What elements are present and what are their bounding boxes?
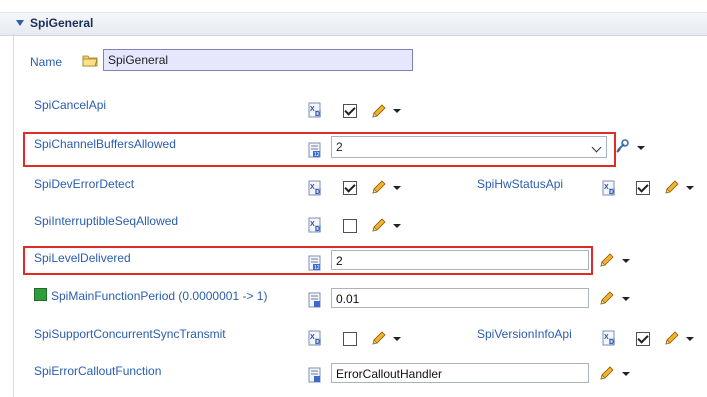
section-header[interactable]: SpiGeneral	[0, 12, 707, 36]
edit-pencil-icon[interactable]	[599, 290, 615, 306]
dropdown-arrow-icon[interactable]	[686, 186, 694, 190]
boolean-param-icon	[600, 179, 618, 197]
float-param-icon	[306, 291, 324, 309]
textbox-spi-error-callout-function[interactable]: ErrorCalloutHandler	[331, 363, 589, 383]
edit-pencil-icon[interactable]	[371, 179, 387, 195]
section-title: SpiGeneral	[30, 16, 94, 30]
label-spi-error-callout-function: SpiErrorCalloutFunction	[34, 364, 162, 378]
checkbox-spi-dev-error-detect[interactable]	[343, 181, 357, 195]
name-field[interactable]: SpiGeneral	[103, 49, 413, 71]
boolean-param-icon	[600, 329, 618, 347]
edit-pencil-icon[interactable]	[371, 103, 387, 119]
dropdown-arrow-icon[interactable]	[622, 259, 630, 263]
label-spi-main-function-period: SpiMainFunctionPeriod (0.0000001 -> 1)	[51, 289, 268, 303]
edit-pencil-icon[interactable]	[664, 179, 680, 195]
checkbox-spi-cancel-api[interactable]	[343, 104, 357, 118]
label-spi-support-concurrent-sync-transmit: SpiSupportConcurrentSyncTransmit	[34, 327, 226, 341]
chevron-down-icon[interactable]	[591, 142, 602, 153]
edit-pencil-icon[interactable]	[371, 217, 387, 233]
label-spi-level-delivered: SpiLevelDelivered	[34, 251, 131, 265]
name-label: Name	[30, 55, 63, 69]
boolean-param-icon	[306, 329, 324, 347]
reference-link-icon[interactable]	[614, 138, 632, 156]
dropdown-arrow-icon[interactable]	[393, 224, 401, 228]
checkbox-spi-version-info-api[interactable]	[636, 332, 650, 346]
edit-pencil-icon[interactable]	[599, 252, 615, 268]
combo-value: 2	[336, 140, 343, 154]
boolean-param-icon	[306, 179, 324, 197]
checkbox-spi-interruptible-seq-allowed[interactable]	[343, 219, 357, 233]
dropdown-arrow-icon[interactable]	[393, 337, 401, 341]
integer-param-icon	[306, 254, 324, 272]
section-border	[13, 34, 14, 397]
dropdown-arrow-icon[interactable]	[622, 372, 630, 376]
boolean-param-icon	[306, 101, 324, 119]
label-spi-dev-error-detect: SpiDevErrorDetect	[34, 177, 135, 191]
integer-param-icon	[306, 141, 324, 159]
combo-spi-channel-buffers-allowed[interactable]: 2	[331, 136, 607, 158]
edit-pencil-icon[interactable]	[371, 330, 387, 346]
textbox-spi-main-function-period[interactable]: 0.01	[331, 288, 589, 308]
edit-pencil-icon[interactable]	[664, 330, 680, 346]
label-spi-cancel-api: SpiCancelApi	[34, 98, 107, 112]
label-spi-version-info-api: SpiVersionInfoApi	[477, 327, 572, 341]
dropdown-arrow-icon[interactable]	[637, 146, 645, 150]
status-green-icon	[34, 288, 47, 301]
dropdown-arrow-icon[interactable]	[393, 186, 401, 190]
label-spi-hw-status-api: SpiHwStatusApi	[477, 177, 564, 191]
label-spi-interruptible-seq-allowed: SpiInterruptibleSeqAllowed	[34, 214, 179, 228]
textbox-spi-level-delivered[interactable]: 2	[331, 250, 589, 270]
collapse-triangle-icon[interactable]	[16, 20, 24, 26]
folder-icon	[81, 51, 99, 69]
checkbox-spi-hw-status-api[interactable]	[636, 181, 650, 195]
string-param-icon	[306, 366, 324, 384]
dropdown-arrow-icon[interactable]	[622, 297, 630, 301]
label-spi-channel-buffers-allowed: SpiChannelBuffersAllowed	[34, 137, 176, 151]
edit-pencil-icon[interactable]	[599, 365, 615, 381]
boolean-param-icon	[306, 216, 324, 234]
dropdown-arrow-icon[interactable]	[686, 337, 694, 341]
dropdown-arrow-icon[interactable]	[393, 109, 401, 113]
checkbox-spi-support-concurrent-sync-transmit[interactable]	[343, 332, 357, 346]
